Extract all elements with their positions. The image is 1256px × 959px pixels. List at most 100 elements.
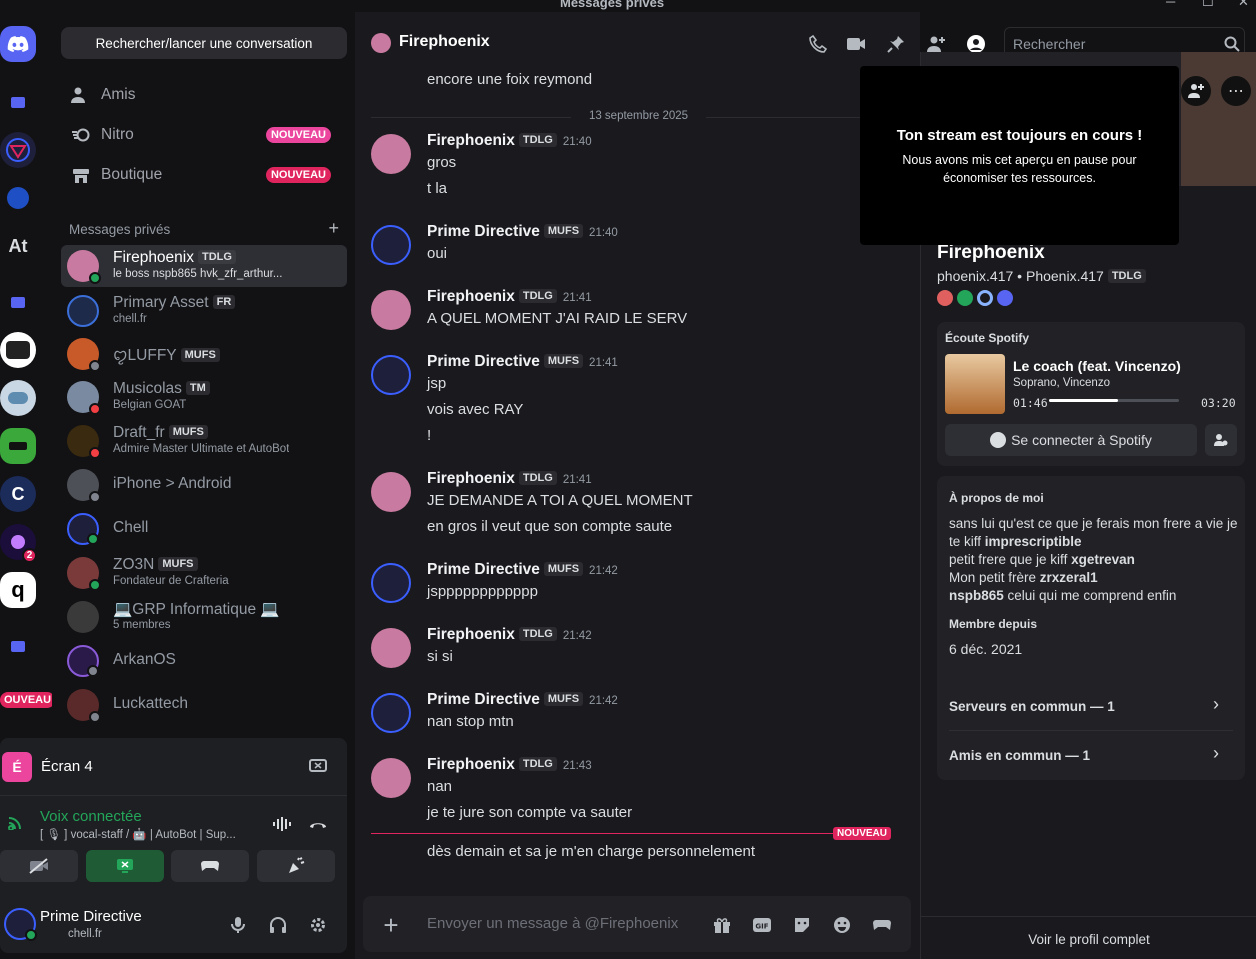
author-name[interactable]: Firephoenix [427, 626, 515, 643]
message-author[interactable]: Prime Directive MUFS 21:40 [427, 223, 618, 241]
video-call-icon[interactable] [845, 33, 867, 55]
pin-icon[interactable] [885, 33, 907, 55]
server-c-icon[interactable]: C [0, 476, 36, 512]
create-dm-plus-icon[interactable]: + [328, 218, 339, 239]
more-options-icon[interactable]: ⋯ [1221, 76, 1251, 106]
settings-gear-icon[interactable] [308, 915, 328, 935]
about-mention[interactable]: xgetrevan [1071, 552, 1135, 567]
server-q-icon[interactable]: q [0, 572, 36, 608]
noise-suppression-icon[interactable] [272, 814, 292, 834]
author-name[interactable]: Firephoenix [427, 288, 515, 305]
dm-item-firephoenix[interactable]: Firephoenix TDLG le boss nspb865 hvk_zfr_… [61, 245, 347, 287]
message-author[interactable]: Prime Directive MUFS 21:42 [427, 561, 618, 579]
album-art[interactable] [945, 354, 1005, 414]
server-prime-icon[interactable] [0, 132, 36, 168]
mutual-servers-row[interactable]: Serveurs en commun — 1 › [937, 682, 1245, 730]
song-artists[interactable]: Soprano, Vincenzo [1013, 377, 1110, 389]
server-master-icon[interactable] [0, 332, 36, 368]
dm-item-luffy[interactable]: ꨄLUFFY MUFS [61, 333, 347, 375]
signal-icon[interactable] [6, 812, 26, 832]
folder-icon[interactable] [0, 84, 36, 120]
maximize-icon[interactable]: ☐ [1202, 0, 1214, 10]
dm-item-iphone-android[interactable]: iPhone > Android [61, 464, 347, 506]
message-author[interactable]: Prime Directive MUFS 21:41 [427, 353, 618, 371]
user-avatar[interactable] [4, 908, 37, 941]
gift-icon[interactable] [711, 914, 733, 936]
message-author[interactable]: Firephoenix TDLG 21:40 [427, 132, 592, 150]
about-mention[interactable]: imprescriptible [985, 534, 1082, 549]
message-author[interactable]: Firephoenix TDLG 21:43 [427, 756, 592, 774]
apps-gamepad-icon[interactable] [871, 914, 893, 936]
message-avatar[interactable] [371, 290, 411, 330]
nav-shop[interactable]: Boutique NOUVEAU [61, 157, 347, 193]
server-robot-icon[interactable] [0, 180, 36, 216]
dm-item-arkanos[interactable]: ArkanOS [61, 640, 347, 682]
author-name[interactable]: Prime Directive [427, 561, 540, 578]
author-name[interactable]: Prime Directive [427, 691, 540, 708]
author-name[interactable]: Firephoenix [427, 470, 515, 487]
about-mention[interactable]: nspb865 [949, 588, 1004, 603]
mutual-friends-row[interactable]: Amis en commun — 1 › [937, 731, 1245, 779]
author-name[interactable]: Firephoenix [427, 132, 515, 149]
sticker-icon[interactable] [791, 914, 813, 936]
server-cloud-icon[interactable] [0, 380, 36, 416]
camera-off-button[interactable] [0, 850, 78, 882]
author-name[interactable]: Firephoenix [427, 756, 515, 773]
folder-icon[interactable] [0, 628, 36, 664]
heart-badge-icon[interactable] [937, 290, 953, 306]
attach-plus-icon[interactable]: + [379, 910, 403, 940]
dm-item-luckattech[interactable]: Luckattech [61, 684, 347, 726]
server-moon-icon[interactable]: 2 [0, 524, 37, 563]
server-at-icon[interactable]: At [0, 228, 36, 264]
discord-home-icon[interactable] [0, 26, 36, 62]
author-name[interactable]: Prime Directive [427, 353, 540, 370]
dm-item-chell[interactable]: Chell [61, 508, 347, 550]
message-avatar[interactable] [371, 758, 411, 798]
message-avatar[interactable] [371, 628, 411, 668]
dm-item-draft-fr[interactable]: Draft_fr MUFS Admire Master Ultimate et A… [61, 420, 347, 462]
boost-badge-icon[interactable] [997, 290, 1013, 306]
headphones-icon[interactable] [268, 915, 288, 935]
channel-name[interactable]: Firephoenix [399, 33, 490, 51]
add-friend-icon[interactable] [1181, 76, 1211, 106]
nav-nitro[interactable]: Nitro NOUVEAU [61, 117, 347, 153]
find-conversation-button[interactable]: Rechercher/lancer une conversation [61, 27, 347, 59]
message-avatar[interactable] [371, 693, 411, 733]
folder-icon[interactable] [0, 284, 36, 320]
screen-share-button[interactable] [86, 850, 164, 882]
nav-friends[interactable]: Amis [61, 77, 347, 113]
view-full-profile-link[interactable]: Voir le profil complet [921, 932, 1256, 947]
message-author[interactable]: Firephoenix TDLG 21:41 [427, 470, 592, 488]
dm-item-grp-informatique[interactable]: 💻GRP Informatique 💻 5 membres [61, 596, 347, 638]
nitro-badge-icon[interactable] [977, 290, 993, 306]
stop-stream-icon[interactable] [308, 757, 328, 777]
dm-item-zo3n[interactable]: ZO3N MUFS Fondateur de Crafteria [61, 552, 347, 594]
server-monster-icon[interactable] [0, 428, 36, 464]
message-author[interactable]: Prime Directive MUFS 21:42 [427, 691, 618, 709]
song-title[interactable]: Le coach (feat. Vincenzo) [1013, 358, 1181, 374]
dm-item-primary-asset[interactable]: Primary Asset FR chell.fr [61, 290, 347, 332]
dm-item-musicolas[interactable]: Musicolas TM Belgian GOAT [61, 376, 347, 418]
message-avatar[interactable] [371, 563, 411, 603]
voice-channel-label[interactable]: [ 🎙 ] vocal-staff / 🤖 | AutoBot | Sup... [40, 827, 260, 841]
gif-icon[interactable]: GIF [751, 914, 773, 936]
disconnect-icon[interactable] [308, 814, 328, 834]
listen-along-button[interactable] [1205, 424, 1237, 456]
message-avatar[interactable] [371, 472, 411, 512]
hash-badge-icon[interactable] [957, 290, 973, 306]
voice-call-icon[interactable] [807, 33, 829, 55]
voice-connected-label[interactable]: Voix connectée [40, 808, 142, 825]
message-avatar[interactable] [371, 225, 411, 265]
message-input[interactable]: Envoyer un message à @Firephoenix [427, 915, 678, 932]
microphone-icon[interactable] [228, 915, 248, 935]
search-input[interactable]: Rechercher [1013, 36, 1085, 52]
close-icon[interactable]: ✕ [1238, 0, 1249, 10]
message-author[interactable]: Firephoenix TDLG 21:42 [427, 626, 592, 644]
author-name[interactable]: Prime Directive [427, 223, 540, 240]
soundboard-button[interactable] [257, 850, 335, 882]
about-mention[interactable]: zrxzeral1 [1040, 570, 1098, 585]
message-author[interactable]: Firephoenix TDLG 21:41 [427, 288, 592, 306]
connect-spotify-button[interactable]: Se connecter à Spotify [945, 424, 1197, 456]
message-avatar[interactable] [371, 134, 411, 174]
activity-button[interactable] [171, 850, 249, 882]
